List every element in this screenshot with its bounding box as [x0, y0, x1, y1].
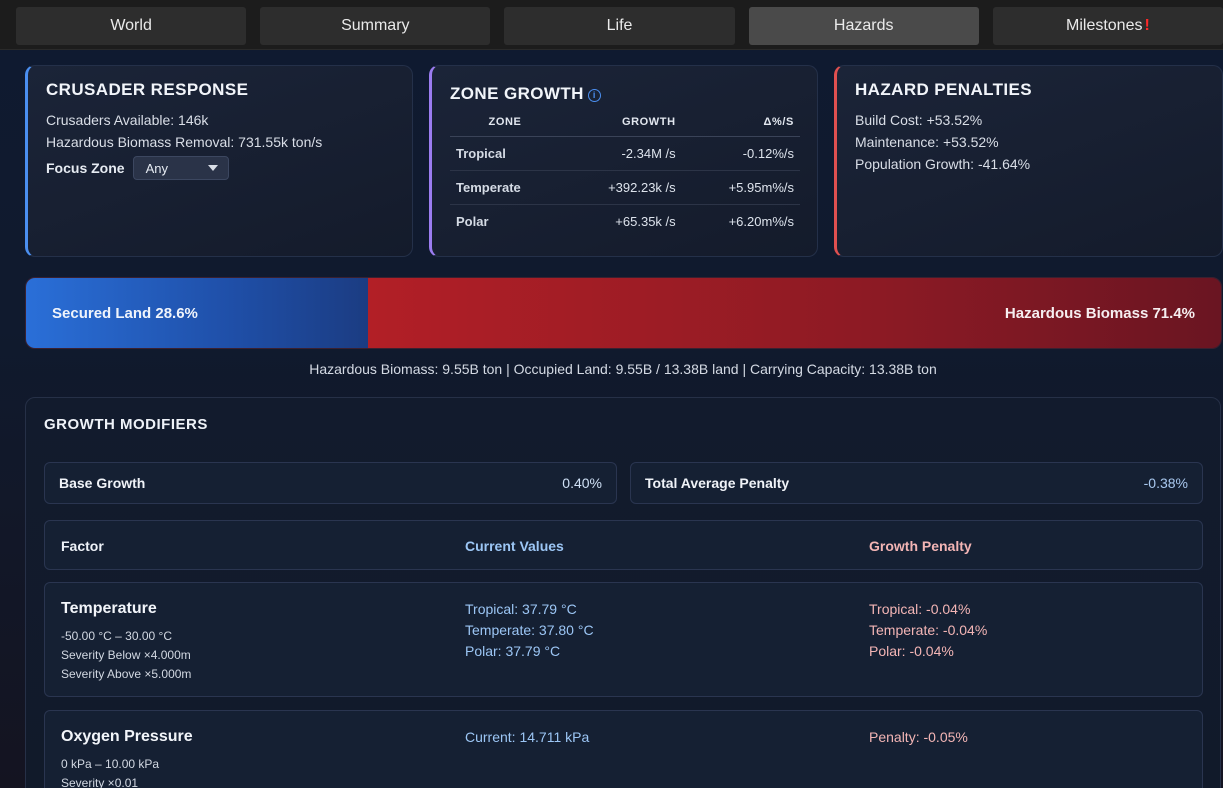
current-values: Tropical: 37.79 °C Temperate: 37.80 °C P…: [465, 599, 594, 662]
alert-badge: !: [1144, 17, 1150, 34]
table-row: Polar +65.35k /s +6.20m%/s: [450, 205, 800, 239]
zone-growth-table: ZONE GROWTH Δ%/S Tropical -2.34M /s -0.1…: [450, 110, 800, 238]
hazardous-biomass-segment: Hazardous Biomass 71.4%: [368, 278, 1221, 348]
factor-severity-above: Severity Above ×5.000m: [61, 667, 192, 681]
growth-penalties: Penalty: -0.05%: [869, 727, 968, 748]
factor-name: Temperature: [61, 600, 157, 617]
biomass-removal: Hazardous Biomass Removal: 731.55k ton/s: [46, 134, 323, 150]
factor-details: 0 kPa – 10.00 kPa Severity ×0.01: [61, 755, 159, 788]
tab-label: Milestones: [1066, 17, 1143, 34]
biomass-summary-line: Hazardous Biomass: 9.55B ton | Occupied …: [309, 361, 937, 377]
factor-severity: Severity ×0.01: [61, 776, 139, 788]
card-title: HAZARD PENALTIES: [855, 80, 1033, 99]
zone-delta: +5.95m%/s: [681, 170, 800, 205]
tab-milestones[interactable]: Milestones!: [992, 7, 1223, 45]
zone-growth-card: ZONE GROWTH i ZONE GROWTH Δ%/S Tropical -…: [429, 65, 818, 257]
zone-growth: +392.23k /s: [560, 170, 682, 205]
factor-details: -50.00 °C – 30.00 °C Severity Below ×4.0…: [61, 627, 191, 684]
focus-zone-label: Focus Zone: [46, 160, 125, 176]
zone-name: Polar: [456, 214, 489, 229]
growth-modifiers-panel: GROWTH MODIFIERS Base Growth 0.40% Total…: [25, 397, 1221, 788]
land-progress-bar: Secured Land 28.6% Hazardous Biomass 71.…: [25, 277, 1222, 349]
tab-label: Life: [606, 17, 633, 34]
growth-penalties: Tropical: -0.04% Temperate: -0.04% Polar…: [869, 599, 987, 662]
zone-delta: +6.20m%/s: [728, 214, 794, 229]
hazardous-biomass-label: Hazardous Biomass 71.4%: [1004, 304, 1195, 322]
chevron-down-icon: [207, 165, 218, 171]
stat-label: Total Average Penalty: [645, 475, 790, 491]
value-current: Current: 14.711 kPa: [465, 729, 590, 745]
penalty-value: Penalty: -0.05%: [869, 729, 968, 745]
value-temperate: Temperate: 37.80 °C: [465, 622, 594, 638]
population-growth-penalty: Population Growth: -41.64%: [855, 156, 1031, 172]
factor-severity-below: Severity Below ×4.000m: [61, 648, 191, 662]
card-title-text: ZONE GROWTH: [450, 84, 584, 103]
stat-value: 0.40%: [562, 475, 602, 491]
zone-delta: -0.12%/s: [681, 136, 800, 171]
section-title: GROWTH MODIFIERS: [44, 416, 208, 433]
zone-growth: -2.34M /s: [560, 136, 682, 171]
stat-label: Base Growth: [59, 475, 146, 491]
tab-bar: World Summary Life Hazards Milestones!: [0, 0, 1223, 50]
base-growth-stat: Base Growth 0.40%: [44, 462, 617, 504]
card-title: ZONE GROWTH i: [450, 84, 799, 104]
current-values: Current: 14.711 kPa: [465, 727, 589, 748]
tab-summary[interactable]: Summary: [260, 7, 491, 45]
stat-value: -0.38%: [1143, 475, 1188, 491]
penalty-polar: Polar: -0.04%: [869, 643, 954, 659]
zone-growth: +65.35k /s: [615, 214, 676, 229]
crusaders-available: Crusaders Available: 146k: [46, 112, 209, 128]
hazard-penalties-card: HAZARD PENALTIES Build Cost: +53.52% Mai…: [834, 65, 1223, 257]
tab-label: Summary: [341, 17, 410, 34]
tab-label: World: [110, 17, 152, 34]
crusader-response-card: CRUSADER RESPONSE Crusaders Available: 1…: [25, 65, 413, 257]
factor-range: 0 kPa – 10.00 kPa: [61, 757, 160, 771]
secured-land-segment: Secured Land 28.6%: [26, 278, 368, 348]
col-growth-penalty: Growth Penalty: [869, 538, 972, 554]
table-row: Tropical -2.34M /s -0.12%/s: [450, 136, 800, 171]
tab-life[interactable]: Life: [504, 7, 735, 45]
zone-name: Tropical: [450, 136, 560, 171]
col-current-values: Current Values: [465, 538, 564, 554]
factor-name: Oxygen Pressure: [61, 728, 193, 745]
tab-hazards[interactable]: Hazards: [748, 7, 979, 45]
total-average-penalty-stat: Total Average Penalty -0.38%: [630, 462, 1203, 504]
focus-zone-row: Focus Zone Any: [46, 156, 394, 180]
modifier-row-temperature: Temperature -50.00 °C – 30.00 °C Severit…: [44, 582, 1203, 697]
focus-zone-value: Any: [145, 160, 168, 176]
secured-land-label: Secured Land 28.6%: [52, 304, 198, 322]
value-tropical: Tropical: 37.79 °C: [465, 601, 577, 617]
info-icon[interactable]: i: [587, 88, 601, 102]
modifier-row-oxygen-pressure: Oxygen Pressure 0 kPa – 10.00 kPa Severi…: [44, 710, 1203, 788]
col-growth: GROWTH: [560, 110, 682, 137]
focus-zone-select[interactable]: Any: [132, 156, 229, 180]
penalty-tropical: Tropical: -0.04%: [869, 601, 971, 617]
col-delta: Δ%/S: [681, 110, 800, 137]
value-polar: Polar: 37.79 °C: [465, 643, 561, 659]
zone-name: Temperate: [450, 170, 560, 205]
col-factor: Factor: [61, 538, 104, 554]
penalty-temperate: Temperate: -0.04%: [869, 622, 988, 638]
tab-world[interactable]: World: [16, 7, 247, 45]
maintenance-penalty: Maintenance: +53.52%: [855, 134, 999, 150]
tab-label: Hazards: [833, 17, 894, 34]
build-cost-penalty: Build Cost: +53.52%: [855, 112, 983, 128]
col-zone: ZONE: [450, 110, 560, 137]
table-row: Temperate +392.23k /s +5.95m%/s: [450, 170, 800, 205]
modifiers-table-header: Factor Current Values Growth Penalty: [44, 520, 1203, 570]
card-title: CRUSADER RESPONSE: [46, 80, 249, 99]
factor-range: -50.00 °C – 30.00 °C: [61, 629, 172, 643]
